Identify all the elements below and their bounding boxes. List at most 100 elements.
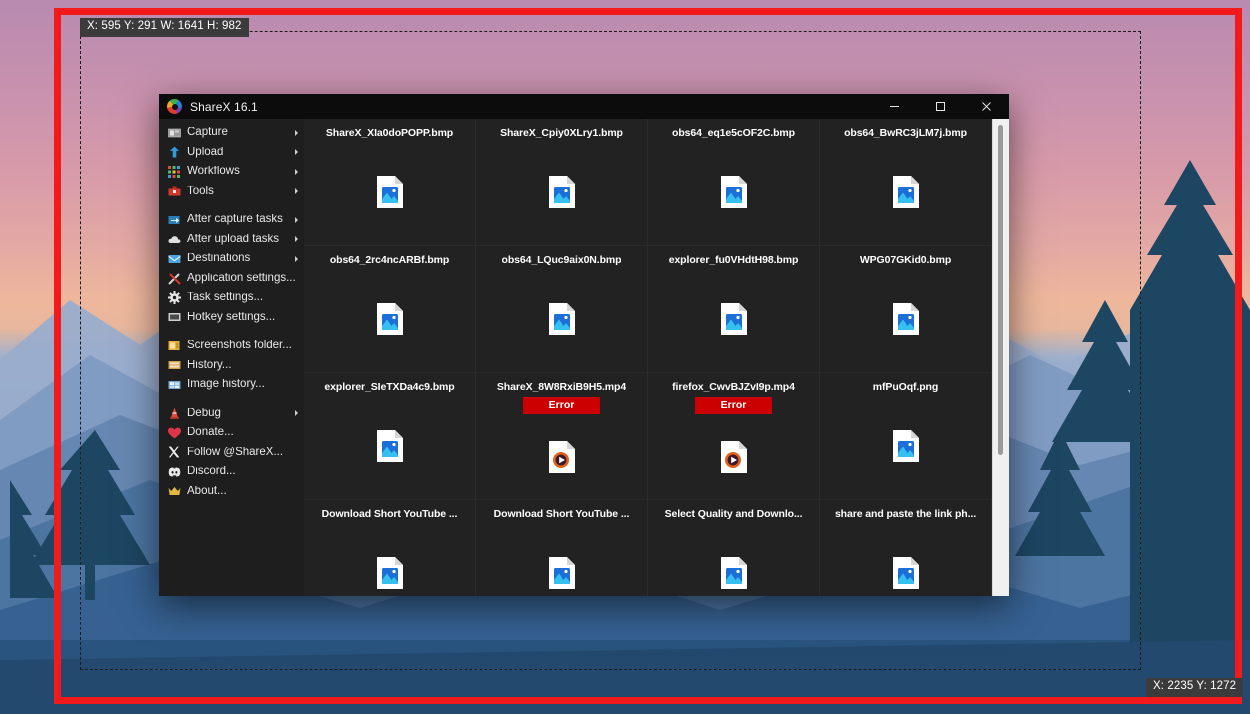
main-menu-pane: Capture Upload Workflows Tools After cap… [159, 119, 304, 596]
menu-item-donate[interactable]: Donate... [159, 423, 304, 443]
thumbnail-cell[interactable]: obs64_eq1e5cOF2C.bmp [648, 119, 820, 246]
status-badge: Error [694, 397, 773, 415]
thumbnail-cell[interactable]: share and paste the link ph... [820, 500, 992, 596]
menu-item-about[interactable]: About... [159, 482, 304, 502]
toolbox-icon [167, 184, 181, 198]
cloud-icon [167, 232, 181, 246]
window-title: ShareX 16.1 [190, 99, 258, 114]
menu-item-label: After capture tasks [187, 214, 283, 225]
menu-item-after-upload-tasks[interactable]: After upload tasks [159, 230, 304, 250]
thumbnail-cell[interactable]: obs64_2rc4ncARBf.bmp [304, 246, 476, 373]
image-file-icon [304, 520, 475, 596]
menu-item-workflows[interactable]: Workflows [159, 162, 304, 182]
menu-item-label: Upload [187, 146, 224, 158]
video-file-icon [476, 414, 647, 499]
thumbnail-cell[interactable]: ShareX_XIa0doPOPP.bmp [304, 119, 476, 246]
image-file-icon [648, 139, 819, 245]
status-badge: Error [522, 397, 601, 415]
thumbnail-filename: ShareX_8W8RxiB9H5.mp4 [496, 381, 627, 393]
thumbnail-cell[interactable]: obs64_LQuc9aix0N.bmp [476, 246, 648, 373]
thumbnail-cell[interactable]: explorer_fu0VHdtH98.bmp [648, 246, 820, 373]
chevron-right-icon [295, 188, 298, 195]
menu-separator [159, 395, 304, 404]
folder-icon [167, 339, 181, 353]
thumbnail-filename: obs64_LQuc9aix0N.bmp [501, 254, 622, 266]
vertical-scrollbar[interactable] [992, 119, 1009, 596]
image-history-icon [167, 378, 181, 392]
image-file-icon [304, 393, 475, 499]
image-file-icon [820, 139, 991, 245]
image-file-icon [304, 139, 475, 245]
upload-arrow-icon [167, 145, 181, 159]
thumbnail-filename: explorer_fu0VHdtH98.bmp [668, 254, 799, 266]
menu-group-capture: Capture Upload Workflows Tools [159, 123, 304, 201]
thumbnail-grid[interactable]: ShareX_XIa0doPOPP.bmp ShareX_Cpiy0XLry1.… [304, 119, 992, 596]
thumbnail-filename: obs64_2rc4ncARBf.bmp [329, 254, 450, 266]
menu-item-label: Image history... [187, 379, 265, 390]
menu-item-label: Destinations [187, 253, 251, 264]
menu-separator [159, 201, 304, 210]
scrollbar-thumb[interactable] [998, 125, 1003, 455]
thumbnail-cell[interactable]: explorer_SIeTXDa4c9.bmp [304, 373, 476, 500]
crown-icon [167, 484, 181, 498]
window-titlebar[interactable]: ShareX 16.1 [159, 94, 1009, 119]
menu-item-label: Discord... [187, 466, 236, 477]
menu-item-label: Screenshots folder... [187, 340, 292, 351]
thumbnail-cell[interactable]: obs64_BwRC3jLM7j.bmp [820, 119, 992, 246]
image-file-icon [648, 520, 819, 596]
thumbnail-cell[interactable]: ShareX_Cpiy0XLry1.bmp [476, 119, 648, 246]
menu-item-debug[interactable]: Debug [159, 404, 304, 424]
menu-item-upload[interactable]: Upload [159, 143, 304, 163]
thumbnail-cell[interactable]: firefox_CwvBJZvI9p.mp4 Error [648, 373, 820, 500]
thumbnail-filename: share and paste the link ph... [834, 508, 977, 520]
thumbnail-cell[interactable]: Download Short YouTube ... [304, 500, 476, 596]
thumbnail-grid-pane: ShareX_XIa0doPOPP.bmp ShareX_Cpiy0XLry1.… [304, 119, 1009, 596]
chevron-right-icon [295, 216, 298, 223]
grid-dots-icon [167, 165, 181, 179]
minimize-button[interactable] [871, 94, 917, 119]
menu-item-image-history[interactable]: Image history... [159, 375, 304, 395]
maximize-button[interactable] [917, 94, 963, 119]
camera-icon [167, 126, 181, 140]
menu-item-tools[interactable]: Tools [159, 182, 304, 202]
after-capture-icon [167, 213, 181, 227]
menu-group-history: Screenshots folder... History... Image h… [159, 336, 304, 395]
menu-item-label: Capture [187, 127, 228, 138]
image-file-icon [648, 266, 819, 372]
menu-item-capture[interactable]: Capture [159, 123, 304, 143]
gear-icon [167, 291, 181, 305]
menu-item-task-settings[interactable]: Task settings... [159, 288, 304, 308]
menu-item-application-settings[interactable]: Application settings... [159, 269, 304, 289]
chevron-right-icon [295, 410, 298, 417]
cursor-position-label: X: 2235 Y: 1272 [1146, 678, 1244, 697]
thumbnail-filename: obs64_eq1e5cOF2C.bmp [672, 127, 795, 139]
menu-item-label: Application settings... [187, 272, 296, 284]
menu-item-destinations[interactable]: Destinations [159, 249, 304, 269]
menu-item-after-capture-tasks[interactable]: After capture tasks [159, 210, 304, 230]
image-file-icon [820, 266, 991, 372]
keyboard-icon [167, 310, 181, 324]
menu-item-hotkey-settings[interactable]: Hotkey settings... [159, 308, 304, 328]
image-file-icon [820, 393, 991, 499]
desktop-screen: X: 595 Y: 291 W: 1641 H: 982 X: 2235 Y: … [0, 0, 1250, 714]
history-icon [167, 358, 181, 372]
thumbnail-filename: ShareX_Cpiy0XLry1.bmp [500, 127, 623, 139]
thumbnail-cell[interactable]: ShareX_8W8RxiB9H5.mp4 Error [476, 373, 648, 500]
thumbnail-cell[interactable]: Download Short YouTube ... [476, 500, 648, 596]
thumbnail-cell[interactable]: mfPuOqf.png [820, 373, 992, 500]
thumbnail-cell[interactable]: WPG07GKid0.bmp [820, 246, 992, 373]
thumbnail-filename: explorer_SIeTXDa4c9.bmp [324, 381, 455, 393]
close-button[interactable] [963, 94, 1009, 119]
image-file-icon [476, 266, 647, 372]
menu-item-label: Follow @ShareX... [187, 446, 284, 458]
image-file-icon [304, 266, 475, 372]
region-size-label: X: 595 Y: 291 W: 1641 H: 982 [80, 18, 249, 37]
chevron-right-icon [295, 236, 298, 243]
menu-item-screenshots-folder[interactable]: Screenshots folder... [159, 336, 304, 356]
menu-item-label: Tools [187, 185, 214, 197]
menu-item-history[interactable]: History... [159, 356, 304, 376]
menu-item-discord[interactable]: Discord... [159, 462, 304, 482]
thumbnail-filename: ShareX_XIa0doPOPP.bmp [325, 127, 454, 139]
thumbnail-cell[interactable]: Select Quality and Downlo... [648, 500, 820, 596]
menu-item-follow-sharex[interactable]: Follow @ShareX... [159, 443, 304, 463]
